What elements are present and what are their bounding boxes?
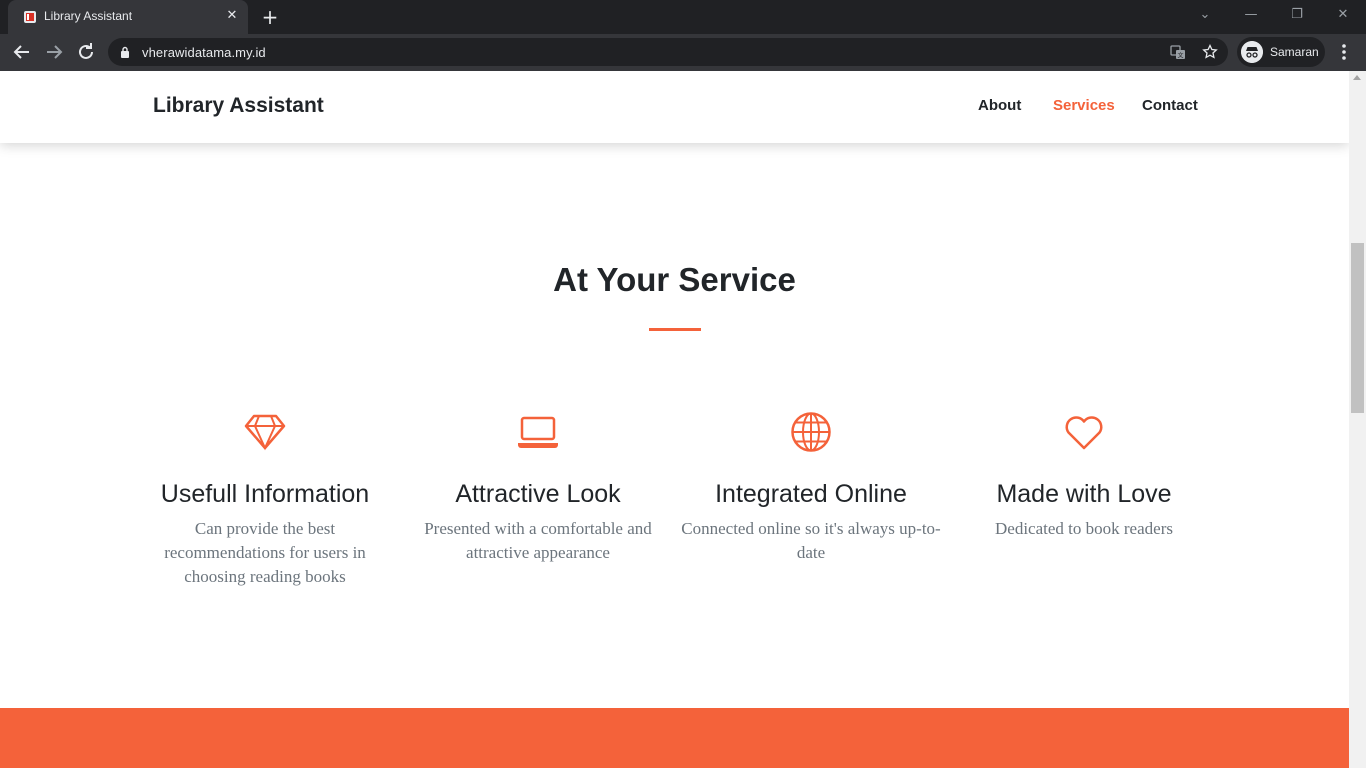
- url-text[interactable]: vherawidatama.my.id: [142, 45, 266, 60]
- heart-icon: [1065, 416, 1103, 450]
- nav-link-services[interactable]: Services: [1053, 97, 1115, 114]
- restore-icon[interactable]: ❐: [1274, 0, 1320, 30]
- service-title: Integrated Online: [715, 480, 907, 508]
- incognito-icon: [1241, 41, 1263, 63]
- gem-icon: [244, 414, 286, 451]
- scroll-up-arrow-icon[interactable]: [1353, 75, 1361, 80]
- svg-text:文: 文: [1177, 52, 1183, 60]
- new-tab-button[interactable]: +: [258, 5, 282, 29]
- site-navbar: Library Assistant About Services Contact: [0, 71, 1349, 143]
- service-card: Integrated Online Connected online so it…: [681, 411, 941, 565]
- tab-title: Library Assistant: [44, 9, 133, 23]
- back-icon[interactable]: [10, 40, 34, 64]
- laptop-icon: [518, 416, 558, 448]
- profile-label: Samaran: [1270, 45, 1319, 59]
- browser-tab-bar: Library Assistant ✕ + ⌄ — ❐ ✕: [0, 0, 1366, 34]
- nav-link-about[interactable]: About: [978, 97, 1021, 114]
- page-scrollbar[interactable]: [1349, 71, 1366, 768]
- next-section-band: [0, 708, 1349, 768]
- close-window-icon[interactable]: ✕: [1320, 0, 1366, 30]
- incognito-profile-button[interactable]: Samaran: [1237, 37, 1325, 67]
- translate-icon[interactable]: 文: [1170, 44, 1186, 60]
- kebab-menu-icon[interactable]: [1336, 40, 1352, 64]
- brand-logo-link[interactable]: Library Assistant: [153, 94, 324, 118]
- service-description: Dedicated to book readers: [995, 519, 1173, 538]
- lock-icon[interactable]: [120, 46, 130, 58]
- service-description: Connected online so it's always up-to-da…: [681, 519, 941, 562]
- address-bar[interactable]: vherawidatama.my.id 文: [108, 38, 1228, 66]
- service-card: Made with Love Dedicated to book readers: [954, 411, 1214, 541]
- forward-icon[interactable]: [42, 40, 66, 64]
- tab-search-icon[interactable]: ⌄: [1182, 0, 1228, 30]
- service-title: Usefull Information: [160, 480, 370, 508]
- page-viewport: Library Assistant About Services Contact…: [0, 71, 1349, 768]
- scrollbar-thumb[interactable]: [1351, 243, 1364, 413]
- close-tab-icon[interactable]: ✕: [224, 8, 240, 24]
- browser-toolbar: vherawidatama.my.id 文 Samaran: [0, 34, 1366, 71]
- service-description: Can provide the best recommendations for…: [164, 519, 366, 586]
- bookmark-star-icon[interactable]: [1202, 44, 1218, 60]
- service-title: Attractive Look: [455, 480, 621, 508]
- globe-icon: [791, 412, 831, 452]
- reload-icon[interactable]: [74, 40, 98, 64]
- browser-tab[interactable]: Library Assistant ✕: [8, 0, 248, 34]
- section-title: At Your Service: [553, 261, 796, 298]
- minimize-icon[interactable]: —: [1228, 0, 1274, 30]
- nav-link-contact[interactable]: Contact: [1142, 97, 1198, 114]
- service-description: Presented with a comfortable and attract…: [424, 519, 652, 562]
- service-title: Made with Love: [996, 480, 1172, 508]
- title-divider: [649, 328, 701, 331]
- book-favicon-icon: [24, 11, 36, 23]
- service-card: Attractive Look Presented with a comfort…: [408, 411, 668, 565]
- service-card: Usefull Information Can provide the best…: [135, 411, 395, 589]
